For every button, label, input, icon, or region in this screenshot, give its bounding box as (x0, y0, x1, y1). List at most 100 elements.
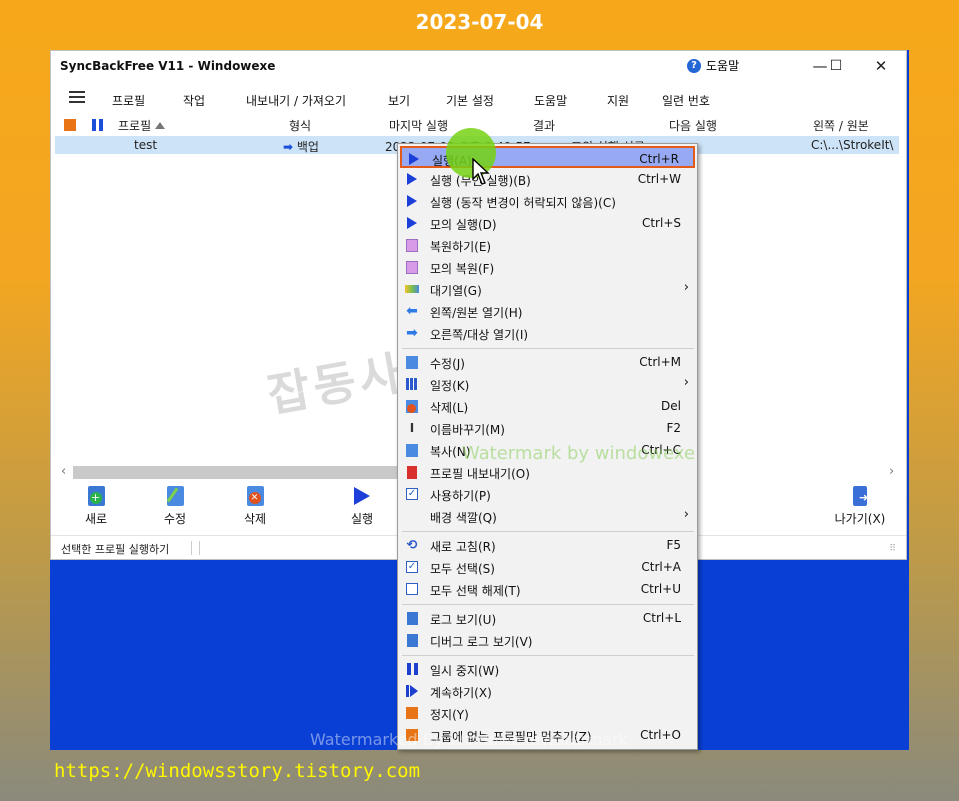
col-last-run[interactable]: 마지막 실행 (389, 117, 448, 134)
date-header: 2023-07-04 (415, 10, 544, 34)
watermark-green: Watermark by windowexe (462, 443, 696, 464)
refresh-icon: ⟲ (406, 537, 418, 553)
col-next-run[interactable]: 다음 실행 (669, 117, 717, 134)
menu-item-view-log[interactable]: 로그 보기(U) Ctrl+L (400, 607, 695, 629)
status-separator (199, 541, 200, 555)
resize-grip-icon[interactable]: ⠿ (889, 544, 896, 554)
menu-task[interactable]: 작업 (183, 92, 205, 109)
menu-serial[interactable]: 일련 번호 (662, 92, 710, 109)
scroll-right-icon[interactable]: › (889, 464, 894, 479)
new-profile-icon: + (86, 485, 106, 507)
menu-item-run-unattended[interactable]: 실행 (무인 실행)(B) Ctrl+W (400, 168, 695, 190)
col-profile[interactable]: 프로필 (118, 117, 166, 134)
empty-box-icon (405, 582, 419, 596)
edit-button[interactable]: 수정 (145, 485, 205, 531)
footer-url: https://windowsstory.tistory.com (54, 760, 421, 782)
menu-profile[interactable]: 프로필 (112, 92, 145, 109)
pause-all-icon[interactable] (92, 119, 103, 131)
menu-export-import[interactable]: 내보내기 / 가져오기 (246, 92, 346, 109)
new-button[interactable]: + 새로 (66, 485, 126, 531)
checkbox-icon: ✓ (406, 488, 418, 500)
play-icon (407, 152, 421, 166)
scroll-left-icon[interactable]: ‹ (61, 464, 66, 479)
help-icon: ? (687, 58, 701, 73)
title-bar: SyncBackFree V11 - Windowexe ? 도움말 — ☐ ✕ (51, 51, 906, 81)
submenu-arrow-icon: › (683, 375, 689, 390)
col-source[interactable]: 왼쪽 / 원본 (813, 117, 869, 134)
resume-icon (405, 684, 419, 698)
menu-bar: 프로필 작업 내보내기 / 가져오기 보기 기본 설정 도움말 지원 일련 번호 (51, 87, 906, 111)
delete-icon (405, 399, 419, 413)
checkbox-icon: ✓ (406, 561, 418, 573)
profile-source: C:\...\StrokeIt\ (811, 138, 894, 152)
menu-separator (402, 531, 694, 532)
log-icon (405, 611, 419, 625)
menu-item-schedule[interactable]: 일정(K) › (400, 373, 695, 395)
menu-item-open-source[interactable]: ⬅ 왼쪽/원본 열기(H) (400, 300, 695, 322)
copy-icon (405, 443, 419, 457)
arrow-right-icon: ➡ (406, 325, 418, 341)
submenu-arrow-icon: › (683, 507, 689, 522)
close-button[interactable]: ✕ (866, 55, 896, 77)
log-icon (405, 633, 419, 647)
menu-item-export-profile[interactable]: 프로필 내보내기(O) (400, 461, 695, 483)
window-title: SyncBackFree V11 - Windowexe (60, 59, 276, 73)
menu-item-refresh[interactable]: ⟲ 새로 고침(R) F5 (400, 534, 695, 556)
menu-item-simulated-run[interactable]: 모의 실행(D) Ctrl+S (400, 212, 695, 234)
menu-help[interactable]: 도움말 (534, 92, 567, 109)
arrow-right-icon: ➡ (283, 140, 294, 154)
menu-item-pause[interactable]: 일시 중지(W) (400, 658, 695, 680)
edit-icon (165, 485, 185, 507)
menu-separator (402, 348, 694, 349)
maximize-button[interactable]: ☐ (821, 55, 851, 77)
menu-item-background-color[interactable]: 배경 색깔(Q) › (400, 505, 695, 527)
hamburger-menu-icon[interactable] (69, 91, 85, 103)
delete-icon: ✕ (245, 485, 265, 507)
run-button[interactable]: 실행 (332, 485, 392, 531)
menu-item-resume[interactable]: 계속하기(X) (400, 680, 695, 702)
col-type[interactable]: 형식 (289, 117, 311, 134)
play-icon (405, 194, 419, 208)
status-text: 선택한 프로필 실행하기 (61, 543, 170, 556)
arrow-left-icon: ⬅ (406, 303, 418, 319)
export-icon (405, 465, 419, 479)
menu-item-run-no-changes[interactable]: 실행 (동작 변경이 허락되지 않음)(C) (400, 190, 695, 212)
pause-icon (405, 662, 419, 676)
menu-item-restore[interactable]: 복원하기(E) (400, 234, 695, 256)
help-label: 도움말 (706, 59, 740, 73)
menu-item-enable[interactable]: ✓ 사용하기(P) (400, 483, 695, 505)
menu-separator (402, 655, 694, 656)
edit-icon (405, 355, 419, 369)
help-button[interactable]: ? 도움말 (687, 57, 739, 74)
menu-item-simulated-restore[interactable]: 모의 복원(F) (400, 256, 695, 278)
menu-item-view-debug-log[interactable]: 디버그 로그 보기(V) (400, 629, 695, 651)
menu-item-select-all[interactable]: ✓ 모두 선택(S) Ctrl+A (400, 556, 695, 578)
menu-item-stop[interactable]: 정지(Y) (400, 702, 695, 724)
sort-ascending-icon (155, 122, 166, 129)
menu-item-open-destination[interactable]: ➡ 오른쪽/대상 열기(I) (400, 322, 695, 344)
calendar-icon (405, 377, 419, 391)
scrollbar-thumb[interactable] (73, 466, 403, 479)
menu-item-delete[interactable]: 삭제(L) Del (400, 395, 695, 417)
play-icon (352, 485, 372, 507)
menu-item-run[interactable]: 실행(A) Ctrl+R (400, 146, 695, 168)
stop-all-icon[interactable] (64, 119, 76, 131)
play-icon (405, 172, 419, 186)
exit-button[interactable]: ➜ 나가기(X) (830, 485, 890, 531)
menu-item-queue[interactable]: 대기열(G) › (400, 278, 695, 300)
profile-type: ➡ 백업 (283, 140, 319, 154)
col-result[interactable]: 결과 (533, 117, 555, 134)
menu-preferences[interactable]: 기본 설정 (446, 92, 494, 109)
menu-item-edit[interactable]: 수정(J) Ctrl+M (400, 351, 695, 373)
menu-item-rename[interactable]: I 이름바꾸기(M) F2 (400, 417, 695, 439)
restore-icon (405, 260, 419, 274)
menu-separator (402, 604, 694, 605)
menu-item-deselect-all[interactable]: 모두 선택 해제(T) Ctrl+U (400, 578, 695, 600)
delete-button[interactable]: ✕ 삭제 (225, 485, 285, 531)
stop-icon (405, 706, 419, 720)
queue-icon (405, 282, 419, 296)
play-icon (405, 216, 419, 230)
menu-view[interactable]: 보기 (388, 92, 410, 109)
menu-support[interactable]: 지원 (607, 92, 629, 109)
status-separator (191, 541, 192, 555)
